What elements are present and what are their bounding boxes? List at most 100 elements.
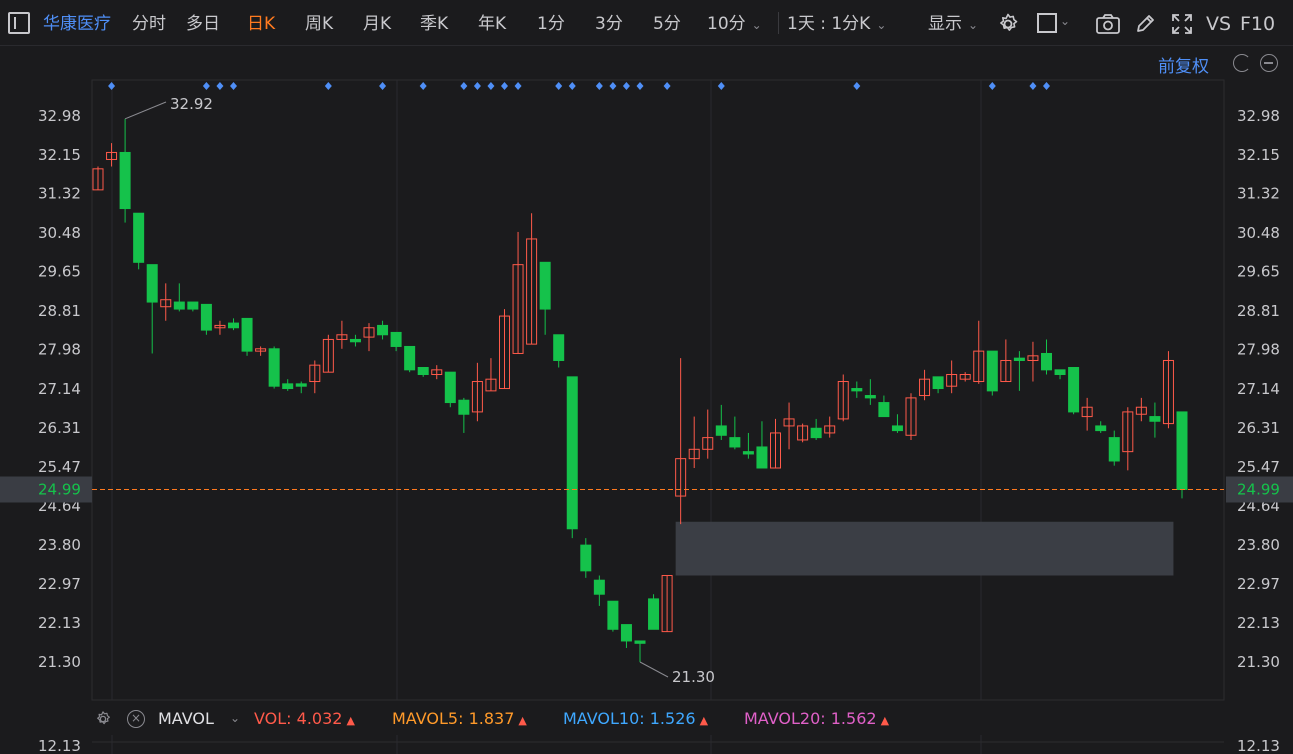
y-tick-left: 31.32 [38,185,81,203]
chevron-down-icon[interactable]: ⌄ [230,711,240,725]
event-marker-icon [1043,82,1050,90]
vol-value: VOL: 4.032 ▲ [254,709,355,728]
candle-body [756,446,768,469]
undo-icon[interactable] [1233,54,1251,72]
event-marker-icon [555,82,563,90]
candle-body [390,331,402,347]
event-marker-icon [202,82,210,90]
event-marker-icon [419,82,427,90]
tab-10min-label: 10分 [707,14,746,34]
candle-body [593,579,605,595]
candles [92,118,1188,662]
y-tick-right: 23.80 [1237,536,1280,554]
tab-yearly-k[interactable]: 年K [478,12,506,36]
f10-button[interactable]: F10 [1240,12,1275,36]
candle-body [1176,411,1188,491]
event-marker-icon [514,82,522,90]
candle-body [648,598,660,630]
tab-3min[interactable]: 3分 [595,12,623,36]
y-tick-left: 27.98 [38,341,81,359]
event-marker-icon [1029,82,1037,90]
tab-1min[interactable]: 1分 [537,12,565,36]
stock-name[interactable]: 华康医疗 [43,12,111,36]
display-menu[interactable]: 显示 ⌄ [928,12,978,36]
tab-monthly-k[interactable]: 月K [363,12,391,36]
mavol20-value: MAVOL20: 1.562 ▲ [744,709,889,728]
vol-label: VOL: [254,709,292,728]
candle-body [1068,366,1080,413]
draw-pencil-icon[interactable] [1134,12,1156,36]
y-tick-right: 22.97 [1237,575,1280,593]
arrow-up-icon: ▲ [880,714,890,727]
chevron-down-icon: ⌄ [751,18,762,32]
event-marker-icon [595,82,603,90]
chevron-down-icon[interactable]: ⌄ [1060,14,1070,28]
tab-10min[interactable]: 10分 ⌄ [707,12,762,36]
mavol10-number: 1.526 [649,709,696,728]
candle-body [742,451,754,455]
sidebar-toggle-icon[interactable] [8,12,30,34]
fullscreen-icon[interactable] [1170,12,1194,36]
event-marker-icon [663,82,671,90]
current-price-line: 24.99 24.99 [0,476,1293,503]
candle-body [607,600,619,630]
candle-body [810,427,822,439]
candle-body [1108,437,1120,462]
event-marker-icon [473,82,481,90]
period-select-label: 1天 : 1分K [787,14,871,34]
event-marker-icon [609,82,617,90]
kline-chart[interactable]: 32.98 32.98 32.15 32.15 31.32 31.32 30.48 30.48… [0,46,1293,754]
event-marker-icon [568,82,576,90]
tab-daily-k[interactable]: 日K [247,12,275,36]
y-tick-left: 28.81 [38,302,81,320]
mavol5-number: 1.837 [468,709,515,728]
price-tag-left: 24.99 [38,481,81,499]
tab-weekly-k[interactable]: 周K [305,12,333,36]
low-annotation-line [639,661,669,678]
price-tag-right: 24.99 [1237,481,1280,499]
event-marker-icon [487,82,495,90]
candle-body [173,301,185,310]
zone-layer [675,521,1174,576]
period-select[interactable]: 1天 : 1分K ⌄ [787,12,886,36]
candle-body [458,399,470,415]
y-tick-right: 28.81 [1237,302,1280,320]
tab-quarterly-k[interactable]: 季K [420,12,448,36]
event-marker-icon [460,82,468,90]
y-tick-right: 27.14 [1237,380,1280,398]
candle-body [566,376,578,530]
candle-body [1095,425,1107,432]
candle-body [187,301,199,310]
event-marker-icon [501,82,508,90]
tab-5min[interactable]: 5分 [653,12,681,36]
zoom-out-icon[interactable] [1260,54,1278,72]
price-adjust-toggle[interactable]: 前复权 [1158,52,1209,77]
event-marker-icon [216,82,224,90]
settings-gear-icon[interactable] [996,12,1020,36]
y-tick-right: 26.31 [1237,419,1280,437]
tab-intraday[interactable]: 分时 [132,12,166,36]
candle-body [986,350,998,392]
y-tick-left: 30.48 [38,224,81,242]
indicator-name[interactable]: MAVOL [158,709,214,728]
high-annotation: 32.92 [170,95,213,113]
event-marker-icon [717,82,725,90]
volume-legend: MAVOL ⌄ VOL: 4.032 ▲ MAVOL5: 1.837 ▲ MAVOL… [0,705,1293,733]
event-marker-icon [853,82,861,90]
tab-multi-day[interactable]: 多日 [186,12,220,36]
chart-grid [91,79,1225,754]
camera-icon[interactable] [1095,12,1121,36]
chevron-down-icon: ⌄ [968,18,979,32]
candle-body [241,317,253,352]
layout-square-icon[interactable] [1037,13,1057,33]
y-tick-right: 25.47 [1237,458,1280,476]
mavol10-label: MAVOL10: [563,709,645,728]
candle-body [1013,357,1025,361]
y-tick-left: 22.13 [38,614,81,632]
event-marker-icon [636,82,644,90]
event-markers [108,82,1050,90]
candle-body [133,212,145,263]
event-marker-icon [988,82,996,90]
event-marker-icon [379,82,387,90]
vs-compare-button[interactable]: VS [1206,12,1231,36]
